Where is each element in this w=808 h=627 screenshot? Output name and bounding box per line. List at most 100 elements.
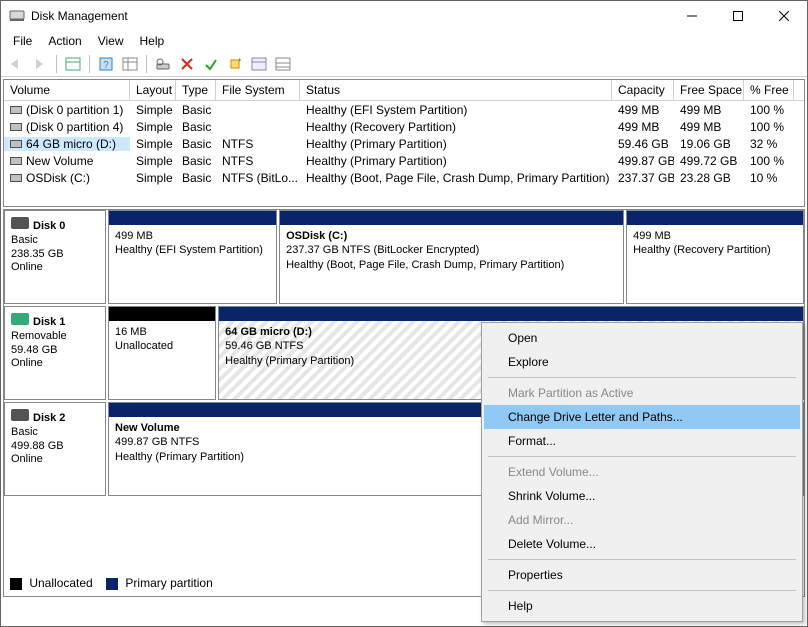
window-title: Disk Management xyxy=(31,9,669,23)
col-status[interactable]: Status xyxy=(300,80,612,100)
partition-body: 499 MBHealthy (EFI System Partition) xyxy=(109,225,276,303)
cell-layout: Simple xyxy=(130,171,176,185)
partition-header-color xyxy=(219,307,803,321)
partition[interactable]: 16 MBUnallocated xyxy=(108,306,216,400)
disk-size: 499.88 GB xyxy=(11,440,99,454)
volume-row[interactable]: (Disk 0 partition 1)SimpleBasicHealthy (… xyxy=(4,101,804,118)
context-menu-item[interactable]: Format... xyxy=(484,429,800,453)
cell-capacity: 59.46 GB xyxy=(612,137,674,151)
cell-type: Basic xyxy=(176,120,216,134)
disk-state: Online xyxy=(11,357,99,371)
context-menu-item: Extend Volume... xyxy=(484,460,800,484)
partition-status: Healthy (Primary Partition) xyxy=(115,451,244,463)
disk-kind: Basic xyxy=(11,234,99,248)
forward-button[interactable] xyxy=(29,53,51,75)
menu-help[interactable]: Help xyxy=(132,32,173,50)
partition-title: OSDisk (C:) xyxy=(286,230,347,242)
delete-icon[interactable] xyxy=(176,53,198,75)
context-menu-item[interactable]: Shrink Volume... xyxy=(484,484,800,508)
list-icon[interactable] xyxy=(272,53,294,75)
menubar: File Action View Help xyxy=(1,31,807,51)
context-menu-item[interactable]: Help xyxy=(484,594,800,618)
disk-kind: Basic xyxy=(11,426,99,440)
disk-row: Disk 0Basic238.35 GBOnline499 MBHealthy … xyxy=(4,210,804,306)
disk-info[interactable]: Disk 0Basic238.35 GBOnline xyxy=(4,210,106,304)
menu-action[interactable]: Action xyxy=(40,32,89,50)
settings-icon[interactable] xyxy=(119,53,141,75)
cell-pct: 100 % xyxy=(744,154,794,168)
close-button[interactable] xyxy=(761,1,807,31)
menu-view[interactable]: View xyxy=(90,32,132,50)
volume-row[interactable]: 64 GB micro (D:)SimpleBasicNTFSHealthy (… xyxy=(4,135,804,152)
cell-fs: NTFS xyxy=(216,154,300,168)
check-icon[interactable] xyxy=(200,53,222,75)
col-type[interactable]: Type xyxy=(176,80,216,100)
col-volume[interactable]: Volume xyxy=(4,80,130,100)
col-filesystem[interactable]: File System xyxy=(216,80,300,100)
partition[interactable]: OSDisk (C:)237.37 GB NTFS (BitLocker Enc… xyxy=(279,210,624,304)
partition[interactable]: 499 MB Healthy (Recovery Partition) xyxy=(626,210,804,304)
context-menu-item[interactable]: Delete Volume... xyxy=(484,532,800,556)
cell-free: 499 MB xyxy=(674,103,744,117)
disk-kind: Removable xyxy=(11,330,99,344)
help-icon[interactable]: ? xyxy=(95,53,117,75)
titlebar: Disk Management xyxy=(1,1,807,31)
back-button[interactable] xyxy=(5,53,27,75)
volume-row[interactable]: New VolumeSimpleBasicNTFSHealthy (Primar… xyxy=(4,152,804,169)
volume-list[interactable]: Volume Layout Type File System Status Ca… xyxy=(3,79,805,207)
menu-file[interactable]: File xyxy=(5,32,40,50)
disk-icon xyxy=(11,313,29,325)
context-menu-item[interactable]: Explore xyxy=(484,350,800,374)
context-menu-separator xyxy=(488,377,796,378)
disk-info[interactable]: Disk 1Removable59.48 GBOnline xyxy=(4,306,106,400)
partition-size: 499 MB xyxy=(633,230,671,242)
cell-pct: 100 % xyxy=(744,103,794,117)
view-icon[interactable] xyxy=(62,53,84,75)
context-menu-item[interactable]: Open xyxy=(484,326,800,350)
cell-type: Basic xyxy=(176,171,216,185)
col-pctfree[interactable]: % Free xyxy=(744,80,794,100)
cell-layout: Simple xyxy=(130,120,176,134)
cell-volume: OSDisk (C:) xyxy=(4,171,130,185)
new-icon[interactable] xyxy=(224,53,246,75)
partition-header-color xyxy=(109,307,215,321)
partition[interactable]: 499 MBHealthy (EFI System Partition) xyxy=(108,210,277,304)
partition-size: 499.87 GB NTFS xyxy=(115,436,199,448)
toolbar: ? xyxy=(1,51,807,77)
col-layout[interactable]: Layout xyxy=(130,80,176,100)
context-menu-item[interactable]: Properties xyxy=(484,563,800,587)
legend-unallocated-label: Unallocated xyxy=(29,576,92,590)
toolbar-separator xyxy=(146,55,147,73)
disk-info[interactable]: Disk 2Basic499.88 GBOnline xyxy=(4,402,106,496)
partition-header-color xyxy=(627,211,803,225)
disk-partitions: 499 MBHealthy (EFI System Partition)OSDi… xyxy=(106,210,804,304)
maximize-button[interactable] xyxy=(715,1,761,31)
scan-icon[interactable] xyxy=(152,53,174,75)
cell-volume: 64 GB micro (D:) xyxy=(4,137,130,151)
partition-size: 59.46 GB NTFS xyxy=(225,340,303,352)
cell-type: Basic xyxy=(176,154,216,168)
volume-list-header: Volume Layout Type File System Status Ca… xyxy=(4,80,804,101)
partition-body: 499 MB Healthy (Recovery Partition) xyxy=(627,225,803,303)
cell-capacity: 499 MB xyxy=(612,103,674,117)
col-freespace[interactable]: Free Space xyxy=(674,80,744,100)
partition-status: Healthy (Recovery Partition) xyxy=(633,244,771,256)
cell-free: 499.72 GB xyxy=(674,154,744,168)
minimize-button[interactable] xyxy=(669,1,715,31)
volume-row[interactable]: (Disk 0 partition 4)SimpleBasicHealthy (… xyxy=(4,118,804,135)
volume-row[interactable]: OSDisk (C:)SimpleBasicNTFS (BitLo...Heal… xyxy=(4,169,804,186)
cell-fs: NTFS xyxy=(216,137,300,151)
partition-title: 64 GB micro (D:) xyxy=(225,326,312,338)
partition-body: OSDisk (C:)237.37 GB NTFS (BitLocker Enc… xyxy=(280,225,623,303)
legend-primary-label: Primary partition xyxy=(125,576,212,590)
disk-state: Online xyxy=(11,261,99,275)
context-menu-item[interactable]: Change Drive Letter and Paths... xyxy=(484,405,800,429)
legend: Unallocated Primary partition xyxy=(10,576,213,590)
properties-icon[interactable] xyxy=(248,53,270,75)
cell-status: Healthy (Primary Partition) xyxy=(300,137,612,151)
partition-icon xyxy=(10,140,22,148)
partition-icon xyxy=(10,174,22,182)
cell-volume: (Disk 0 partition 4) xyxy=(4,120,130,134)
col-capacity[interactable]: Capacity xyxy=(612,80,674,100)
partition-status: Healthy (EFI System Partition) xyxy=(115,244,263,256)
